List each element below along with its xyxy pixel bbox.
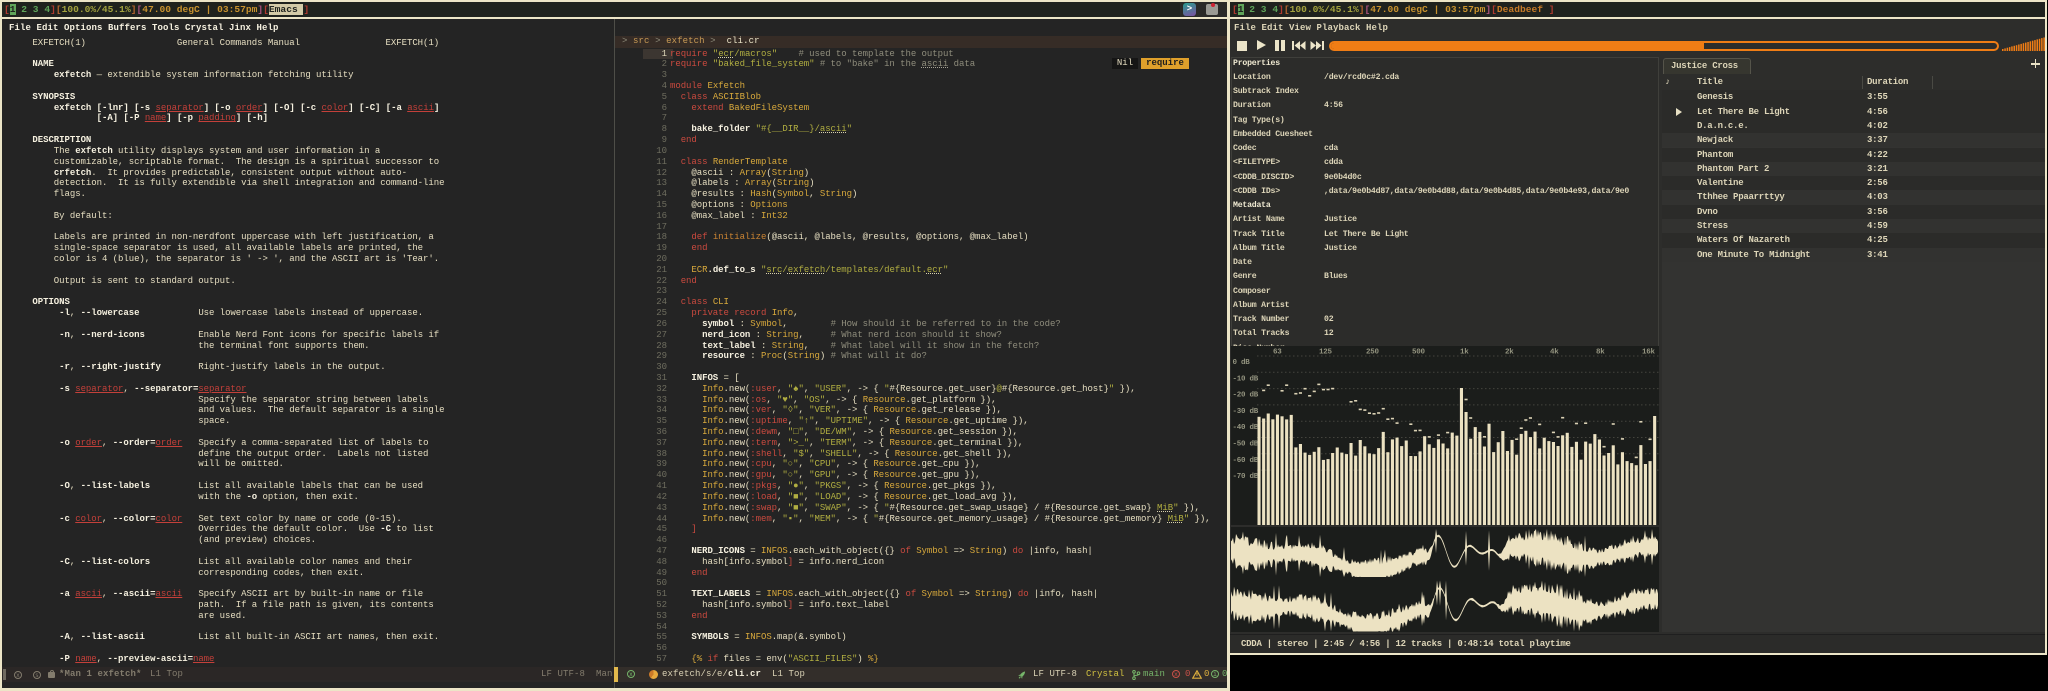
svg-text:0 dB: 0 dB — [1233, 359, 1251, 367]
svg-text:-30 dB: -30 dB — [1233, 408, 1259, 416]
svg-text:63: 63 — [1273, 349, 1282, 357]
svg-text:125: 125 — [1319, 349, 1333, 357]
svg-text:500: 500 — [1412, 349, 1426, 357]
svg-text:8k: 8k — [1596, 349, 1605, 357]
svg-text:2k: 2k — [1505, 349, 1514, 357]
svg-text:-10 dB: -10 dB — [1233, 375, 1259, 383]
svg-text:16k: 16k — [1642, 349, 1656, 357]
svg-text:-40 dB: -40 dB — [1233, 424, 1259, 432]
svg-text:-20 dB: -20 dB — [1233, 392, 1259, 400]
svg-text:-50 dB: -50 dB — [1233, 441, 1259, 449]
svg-text:1k: 1k — [1460, 349, 1469, 357]
svg-text:250: 250 — [1366, 349, 1380, 357]
svg-text:-70 dB: -70 dB — [1233, 473, 1259, 481]
svg-text:-60 dB: -60 dB — [1233, 457, 1259, 465]
svg-text:4k: 4k — [1550, 349, 1559, 357]
